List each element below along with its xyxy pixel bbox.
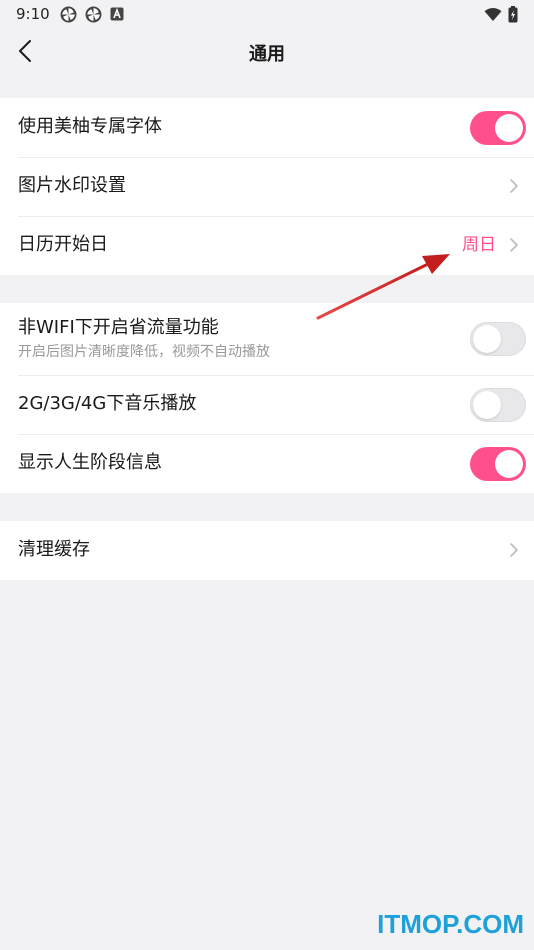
- page-title: 通用: [249, 44, 285, 65]
- status-bar: 9:10: [0, 0, 534, 28]
- setting-row-watermark[interactable]: 图片水印设置: [0, 157, 534, 216]
- nav-bar: 通用: [0, 28, 534, 74]
- data-saver-toggle[interactable]: [470, 322, 526, 356]
- setting-row-life-stage: 显示人生阶段信息: [0, 434, 534, 493]
- toggle-knob: [473, 325, 501, 353]
- setting-row-custom-font: 使用美柚专属字体: [0, 98, 534, 157]
- wifi-icon: [484, 7, 502, 21]
- life-stage-toggle[interactable]: [470, 447, 526, 481]
- status-system-icons: [484, 5, 518, 23]
- settings-section-network: 非WIFI下开启省流量功能 开启后图片清晰度降低，视频不自动播放 2G/3G/4…: [0, 303, 534, 493]
- setting-description: 开启后图片清晰度降低，视频不自动播放: [18, 344, 270, 360]
- chevron-right-icon: [510, 179, 518, 193]
- battery-charging-icon: [508, 5, 518, 22]
- pinwheel-notification-icon: [85, 6, 102, 22]
- status-notification-icons: [60, 5, 124, 23]
- toggle-knob: [495, 114, 523, 142]
- chevron-right-icon: [510, 543, 518, 557]
- setting-label: 显示人生阶段信息: [18, 452, 162, 473]
- annotation-arrow-icon: [316, 254, 450, 320]
- setting-row-mobile-music: 2G/3G/4G下音乐播放: [0, 375, 534, 434]
- setting-row-clear-cache[interactable]: 清理缓存: [0, 521, 534, 580]
- setting-label: 使用美柚专属字体: [18, 116, 162, 137]
- custom-font-toggle[interactable]: [470, 111, 526, 145]
- status-time: 9:10: [16, 5, 50, 23]
- setting-label: 日历开始日: [18, 234, 108, 255]
- setting-label: 清理缓存: [18, 539, 90, 560]
- pinwheel-notification-icon: [60, 6, 77, 22]
- setting-label: 非WIFI下开启省流量功能: [18, 317, 219, 338]
- toggle-knob: [495, 450, 523, 478]
- settings-section-storage: 清理缓存: [0, 521, 534, 580]
- chevron-right-icon: [510, 238, 518, 252]
- calendar-start-value: 周日: [462, 235, 496, 255]
- toggle-knob: [473, 391, 501, 419]
- mobile-music-toggle[interactable]: [470, 388, 526, 422]
- app-notification-icon: [110, 7, 124, 21]
- setting-label: 图片水印设置: [18, 175, 126, 196]
- setting-label: 2G/3G/4G下音乐播放: [18, 393, 197, 414]
- site-watermark: ITMOP.COM: [377, 909, 524, 939]
